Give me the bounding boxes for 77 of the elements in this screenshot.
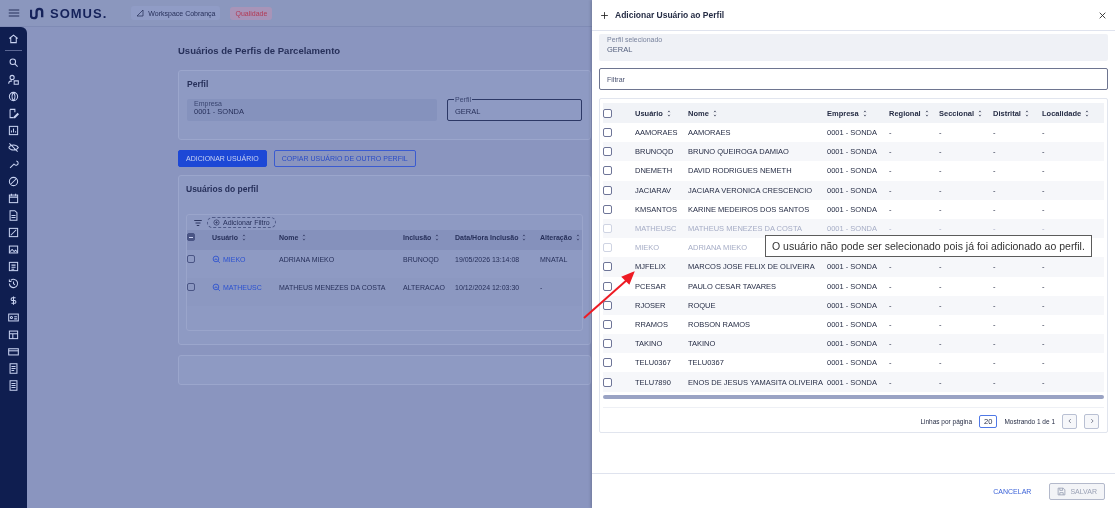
checkbox[interactable] (603, 300, 612, 310)
checkbox[interactable] (187, 255, 195, 264)
list-icon (8, 261, 19, 272)
checkbox[interactable] (187, 283, 195, 292)
chevron-right-icon (1088, 418, 1095, 425)
card-icon (8, 346, 19, 357)
user-search-icon (212, 282, 221, 292)
history-nav-item[interactable] (8, 278, 19, 289)
card-title: Perfil (187, 79, 209, 89)
list-nav-item[interactable] (8, 261, 19, 272)
edit-icon (8, 108, 19, 119)
sort-icon (240, 233, 248, 241)
sort-icon (300, 233, 308, 241)
home-icon (8, 33, 19, 44)
id-card-nav-item[interactable] (8, 312, 19, 323)
checkbox[interactable] (603, 204, 612, 214)
save-icon (1057, 486, 1067, 496)
checkbox[interactable] (603, 166, 612, 176)
document-nav-item[interactable] (8, 363, 19, 374)
home-nav-item[interactable] (8, 33, 19, 44)
sort-icon (520, 233, 528, 241)
globe-icon (8, 91, 19, 102)
sort-icon (433, 233, 441, 241)
document-icon (8, 210, 19, 221)
checkbox[interactable] (603, 339, 612, 349)
checkbox[interactable] (603, 185, 612, 195)
document-icon (8, 380, 19, 391)
tooltip: O usuário não pode ser selecionado pois já foi adicionado ao perfil. (765, 235, 1092, 258)
image-icon (8, 244, 19, 255)
checkbox[interactable] (603, 128, 612, 138)
user-search-icon (212, 254, 221, 264)
logo-icon (30, 5, 45, 21)
id-card-icon (8, 312, 19, 323)
close-button[interactable] (1098, 10, 1107, 20)
dollar-icon (8, 295, 19, 306)
plus-icon (600, 10, 609, 20)
image-nav-item[interactable] (8, 244, 19, 255)
checkbox[interactable] (603, 281, 612, 291)
menu-icon (8, 7, 20, 19)
chevron-left-icon (1066, 418, 1073, 425)
edit-nav-item[interactable] (8, 108, 19, 119)
chart-nav-item[interactable] (8, 125, 19, 136)
close-icon (1098, 10, 1107, 20)
logo-text: SOMUS. (50, 5, 108, 21)
users-nav-item[interactable] (8, 74, 19, 85)
page-title: Usuários de Perfis de Parcelamento (178, 45, 341, 56)
block-icon (8, 176, 19, 187)
document-icon (8, 363, 19, 374)
checkbox[interactable] (187, 233, 195, 241)
checkbox[interactable] (603, 377, 612, 387)
block-nav-item[interactable] (8, 176, 19, 187)
card-title: Usuários do perfil (186, 184, 259, 194)
sort-icon (976, 109, 984, 117)
triangle-icon (136, 9, 145, 17)
document-nav-item[interactable] (8, 210, 19, 221)
card-nav-item[interactable] (8, 346, 19, 357)
chart-icon (8, 125, 19, 136)
checkbox[interactable] (603, 319, 612, 329)
filter-icon (193, 217, 203, 228)
eye-off-nav-item[interactable] (8, 142, 19, 153)
annotation-arrow (582, 270, 636, 320)
dollar-nav-item[interactable] (8, 295, 19, 306)
users-icon (8, 74, 19, 85)
checkbox[interactable] (603, 108, 612, 118)
search-icon (8, 57, 19, 68)
history-icon (8, 278, 19, 289)
checkbox[interactable] (603, 262, 612, 272)
document-nav-item[interactable] (8, 380, 19, 391)
checkbox[interactable] (603, 358, 612, 368)
globe-nav-item[interactable] (8, 91, 19, 102)
scrollbar[interactable] (603, 394, 1104, 399)
checkbox[interactable] (603, 147, 612, 157)
search-nav-item[interactable] (8, 57, 19, 68)
sort-icon (1083, 109, 1091, 117)
plus-circle-icon (213, 219, 220, 226)
drawer-title: Adicionar Usuário ao Perfil (615, 10, 726, 20)
eye-off-icon (8, 142, 19, 153)
